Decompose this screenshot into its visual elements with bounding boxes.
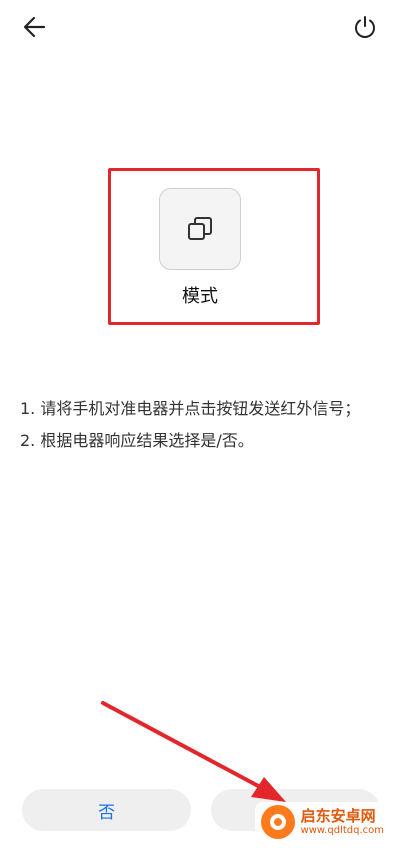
copy-mode-icon [188,217,212,240]
no-button[interactable]: 否 [22,789,191,831]
watermark-url: www.qdltdq.com [300,824,384,836]
instruction-step-1: 1. 请将手机对准电器并点击按钮发送红外信号； [20,399,361,418]
power-icon [355,16,375,38]
watermark-logo-icon [260,805,295,839]
screen: 模式 1. 请将手机对准电器并点击按钮发送红外信号； 2. 根据电器响应结果选择… [0,0,400,848]
back-button[interactable] [18,10,52,44]
watermark-title: 启东安卓网 [300,807,376,826]
watermark: 启东安卓网 www.qdltdq.com [254,802,390,842]
instructions: 1. 请将手机对准电器并点击按钮发送红外信号； 2. 根据电器响应结果选择是/否… [20,393,382,457]
arrow-left-icon [23,16,46,38]
no-button-label: 否 [98,802,115,823]
instruction-step-2: 2. 根据电器响应结果选择是/否。 [20,431,254,450]
mode-key-button[interactable] [159,188,241,270]
power-button[interactable] [348,10,382,44]
mode-key-label: 模式 [182,286,218,307]
